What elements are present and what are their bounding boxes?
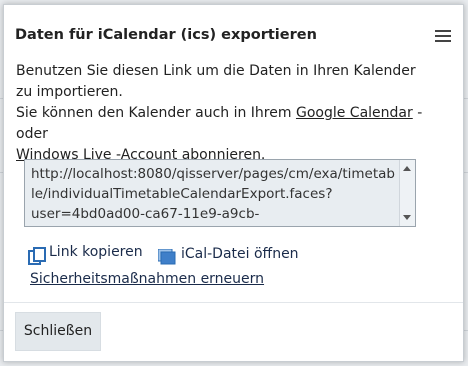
ical-url-field[interactable] [25,160,401,226]
export-dialog: Daten für iCalendar (ics) exportieren Be… [3,4,464,362]
subscribe-text: Sie können den Kalender auch in Ihrem Go… [16,103,436,166]
subscribe-prefix: Sie können den Kalender auch in Ihrem [16,105,292,121]
footer-divider [4,302,463,303]
renew-security-link[interactable]: Sicherheitsmaßnahmen erneuern [30,271,264,287]
copy-link-label: Link kopieren [49,244,143,260]
hamburger-menu-icon[interactable] [435,30,451,42]
google-calendar-link[interactable]: Google Calendar [296,105,413,121]
dialog-body: Benutzen Sie diesen Link um die Daten in… [16,61,451,227]
dialog-header: Daten für iCalendar (ics) exportieren [4,5,463,57]
open-ical-label: iCal-Datei öffnen [181,246,299,262]
ical-url-field-wrapper [24,159,416,227]
url-field-scrollbar[interactable] [399,160,415,226]
scroll-up-arrow-icon[interactable] [403,166,411,171]
close-button[interactable]: Schließen [15,312,101,351]
scroll-down-arrow-icon[interactable] [403,215,411,220]
copy-icon [28,247,46,265]
dialog-title: Daten für iCalendar (ics) exportieren [15,27,317,43]
ical-file-icon [158,249,176,265]
intro-text: Benutzen Sie diesen Link um die Daten in… [16,63,416,100]
